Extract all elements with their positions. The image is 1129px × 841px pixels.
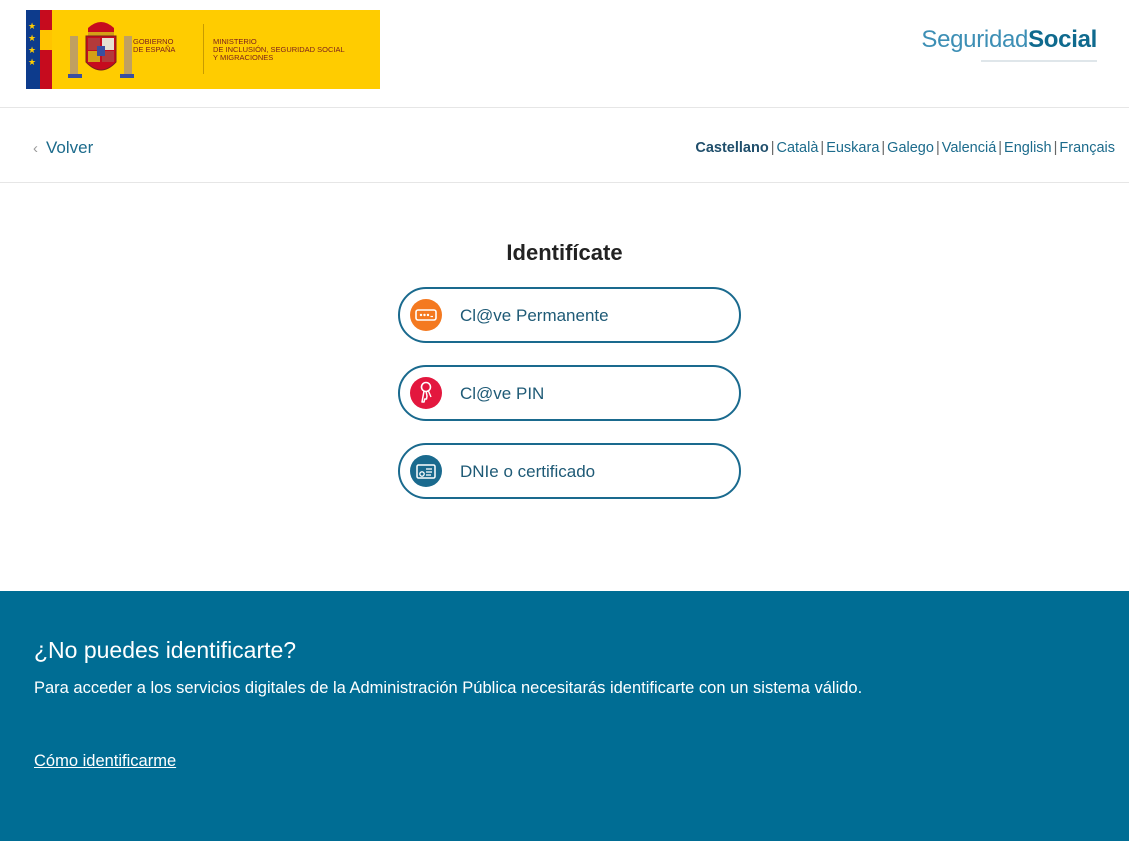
eu-stars-icon: ★ ★ ★ ★ [28, 21, 37, 67]
government-logo[interactable]: ★ ★ ★ ★ GOBIERNO DE ESPAÑA MINISTERIO DE IN [26, 10, 380, 89]
certificate-icon [410, 455, 442, 487]
help-footer: ¿No puedes identificarte? Para acceder a… [0, 591, 1129, 841]
gov-line-2: DE ESPAÑA [133, 45, 176, 54]
ministry-line-3: Y MIGRACIONES [213, 53, 274, 62]
government-name: GOBIERNO DE ESPAÑA [133, 38, 175, 54]
lang-euskara[interactable]: Euskara [826, 140, 879, 156]
chevron-left-icon: ‹ [33, 140, 38, 157]
lang-francais[interactable]: Français [1059, 140, 1115, 156]
lang-galego[interactable]: Galego [887, 140, 934, 156]
footer-description: Para acceder a los servicios digitales d… [34, 679, 863, 697]
brand-underline [981, 60, 1097, 62]
brand-light: Seguridad [921, 26, 1029, 53]
brand-bold: Social [1028, 26, 1097, 53]
seguridad-social-logo[interactable]: SeguridadSocial [921, 26, 1097, 62]
coat-of-arms-icon [68, 22, 134, 78]
site-header: ★ ★ ★ ★ GOBIERNO DE ESPAÑA MINISTERIO DE IN [0, 0, 1129, 108]
clave-pin-label: Cl@ve PIN [460, 384, 545, 403]
footer-title: ¿No puedes identificarte? [34, 637, 297, 663]
lang-valencia[interactable]: Valenciá [942, 140, 997, 156]
spain-flag-stripe [40, 10, 52, 89]
lang-separator: | [820, 140, 825, 156]
lang-separator: | [770, 140, 775, 156]
back-label: Volver [46, 138, 94, 157]
nav-bar: ‹ Volver Castellano | Català | Euskara | Galego… [0, 108, 1129, 183]
key-icon [410, 377, 442, 409]
lang-separator: | [881, 140, 886, 156]
lang-catala[interactable]: Català [776, 140, 818, 156]
page-title: Identifícate [506, 240, 623, 265]
clave-permanente-button[interactable]: Cl@ve Permanente [398, 287, 741, 343]
lang-separator: | [998, 140, 1003, 156]
clave-pin-button[interactable]: Cl@ve PIN [398, 365, 741, 421]
ministry-name: MINISTERIO DE INCLUSIÓN, SEGURIDAD SOCIA… [213, 38, 345, 62]
back-link[interactable]: ‹ Volver [33, 138, 93, 158]
clave-permanente-label: Cl@ve Permanente [460, 306, 609, 325]
lang-separator: | [1053, 140, 1058, 156]
logo-divider [203, 24, 204, 74]
eu-flag-strip: ★ ★ ★ ★ [26, 10, 40, 89]
dnie-certificado-label: DNIe o certificado [460, 462, 596, 481]
language-selector: Castellano | Català | Euskara | Galego | Valenci… [695, 140, 1115, 156]
como-identificarme-link[interactable]: Cómo identificarme [34, 752, 176, 771]
lang-english[interactable]: English [1004, 140, 1052, 156]
lang-separator: | [935, 140, 940, 156]
password-icon [410, 299, 442, 331]
dnie-certificado-button[interactable]: DNIe o certificado [398, 443, 741, 499]
lang-castellano[interactable]: Castellano [695, 140, 768, 156]
